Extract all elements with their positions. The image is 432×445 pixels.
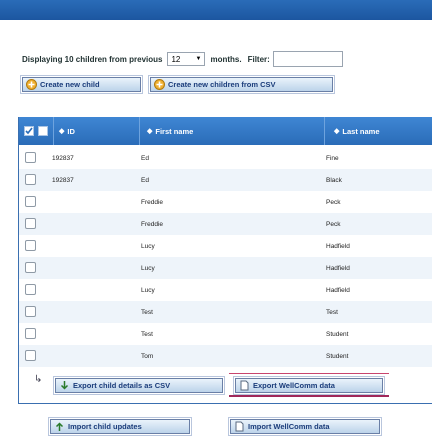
- cell-first-name: Ed: [141, 176, 149, 184]
- row-checkbox[interactable]: [25, 152, 36, 163]
- highlight-underline: [229, 395, 389, 397]
- cell-last-name: Test: [326, 308, 338, 316]
- column-header-last-name-label: Last name: [342, 126, 380, 136]
- table-row[interactable]: 192837 Ed Black: [19, 169, 432, 191]
- import-child-updates-button[interactable]: Import child updates: [48, 417, 192, 436]
- cell-id: 192837: [52, 154, 74, 162]
- column-divider: [53, 117, 54, 145]
- document-icon: [234, 421, 245, 432]
- cell-first-name: Lucy: [141, 264, 155, 272]
- top-bar: [0, 0, 432, 20]
- column-divider: [324, 117, 325, 145]
- selection-arrow-icon: ↳: [34, 374, 43, 385]
- export-child-details-label: Export child details as CSV: [73, 381, 171, 390]
- row-checkbox[interactable]: [25, 196, 36, 207]
- filter-input[interactable]: [272, 51, 343, 67]
- create-children-csv-label: Create new children from CSV: [168, 80, 276, 89]
- cell-last-name: Student: [326, 330, 349, 338]
- import-child-updates-label: Import child updates: [68, 422, 142, 431]
- document-icon: [239, 380, 250, 391]
- row-checkbox[interactable]: [25, 262, 36, 273]
- filter-row: Displaying 10 children from previous 12 …: [22, 50, 343, 68]
- months-value: 12: [171, 54, 181, 64]
- table-row[interactable]: Lucy Hadfield: [19, 235, 432, 257]
- create-child-button[interactable]: Create new child: [20, 75, 143, 94]
- months-select[interactable]: 12 ▼: [167, 52, 206, 66]
- cell-last-name: Black: [326, 176, 342, 184]
- filter-prefix-text: Displaying 10 children from previous: [22, 54, 163, 64]
- row-checkbox[interactable]: [25, 174, 36, 185]
- cell-first-name: Lucy: [141, 286, 155, 294]
- table-row[interactable]: Test Student: [19, 323, 432, 345]
- table-row[interactable]: Lucy Hadfield: [19, 257, 432, 279]
- column-header-first-name[interactable]: ◆ First name: [147, 117, 317, 145]
- table-row[interactable]: Lucy Hadfield: [19, 279, 432, 301]
- column-divider: [139, 117, 140, 145]
- column-header-last-name[interactable]: ◆ Last name: [334, 117, 429, 145]
- column-header-id[interactable]: ◆ ID: [59, 117, 139, 145]
- cell-last-name: Hadfield: [326, 286, 350, 294]
- row-checkbox[interactable]: [25, 350, 36, 361]
- cell-last-name: Student: [326, 352, 349, 360]
- import-wellcomm-label: Import WellComm data: [248, 422, 330, 431]
- chevron-down-icon: ▼: [195, 56, 202, 62]
- filter-label: Filter:: [247, 54, 270, 64]
- cell-id: 192837: [52, 176, 74, 184]
- import-wellcomm-data-button[interactable]: Import WellComm data: [228, 417, 382, 436]
- cell-first-name: Ed: [141, 154, 149, 162]
- table-row[interactable]: Freddie Peck: [19, 191, 432, 213]
- cell-first-name: Tom: [141, 352, 154, 360]
- cell-first-name: Test: [141, 308, 153, 316]
- row-checkbox[interactable]: [25, 218, 36, 229]
- children-table: ◆ ID ◆ First name ◆ Last name 192837 Ed …: [18, 117, 432, 404]
- cell-first-name: Test: [141, 330, 153, 338]
- filter-suffix-text: months.: [210, 54, 242, 64]
- table-header: ◆ ID ◆ First name ◆ Last name: [19, 117, 432, 145]
- create-children-csv-button[interactable]: Create new children from CSV: [148, 75, 335, 94]
- cell-first-name: Freddie: [141, 198, 164, 206]
- cell-last-name: Hadfield: [326, 264, 350, 272]
- column-header-first-name-label: First name: [155, 126, 194, 136]
- cell-first-name: Lucy: [141, 242, 155, 250]
- highlight-top-line: [229, 373, 389, 374]
- export-child-details-csv-button[interactable]: Export child details as CSV: [53, 376, 225, 395]
- add-children-icon: [154, 79, 165, 90]
- create-child-label: Create new child: [40, 80, 100, 89]
- sort-icon: ◆: [59, 128, 65, 135]
- import-arrow-icon: [54, 421, 65, 432]
- sort-icon: ◆: [334, 128, 340, 135]
- table-row[interactable]: Test Test: [19, 301, 432, 323]
- cell-last-name: Peck: [326, 198, 341, 206]
- select-toggle-checkbox[interactable]: [38, 126, 48, 136]
- table-row[interactable]: Tom Student: [19, 345, 432, 367]
- export-wellcomm-data-button[interactable]: Export WellComm data: [233, 376, 385, 395]
- row-checkbox[interactable]: [25, 328, 36, 339]
- cell-last-name: Peck: [326, 220, 341, 228]
- export-wellcomm-label: Export WellComm data: [253, 381, 335, 390]
- table-row[interactable]: 192837 Ed Fine: [19, 147, 432, 169]
- row-checkbox[interactable]: [25, 240, 36, 251]
- cell-first-name: Freddie: [141, 220, 164, 228]
- cell-last-name: Fine: [326, 154, 339, 162]
- select-all-checkbox[interactable]: [24, 126, 34, 136]
- table-row[interactable]: Freddie Peck: [19, 213, 432, 235]
- add-child-icon: [26, 79, 37, 90]
- row-checkbox[interactable]: [25, 284, 36, 295]
- cell-last-name: Hadfield: [326, 242, 350, 250]
- row-checkbox[interactable]: [25, 306, 36, 317]
- column-header-id-label: ID: [67, 126, 75, 136]
- sort-icon: ◆: [147, 128, 153, 135]
- export-arrow-icon: [59, 380, 70, 391]
